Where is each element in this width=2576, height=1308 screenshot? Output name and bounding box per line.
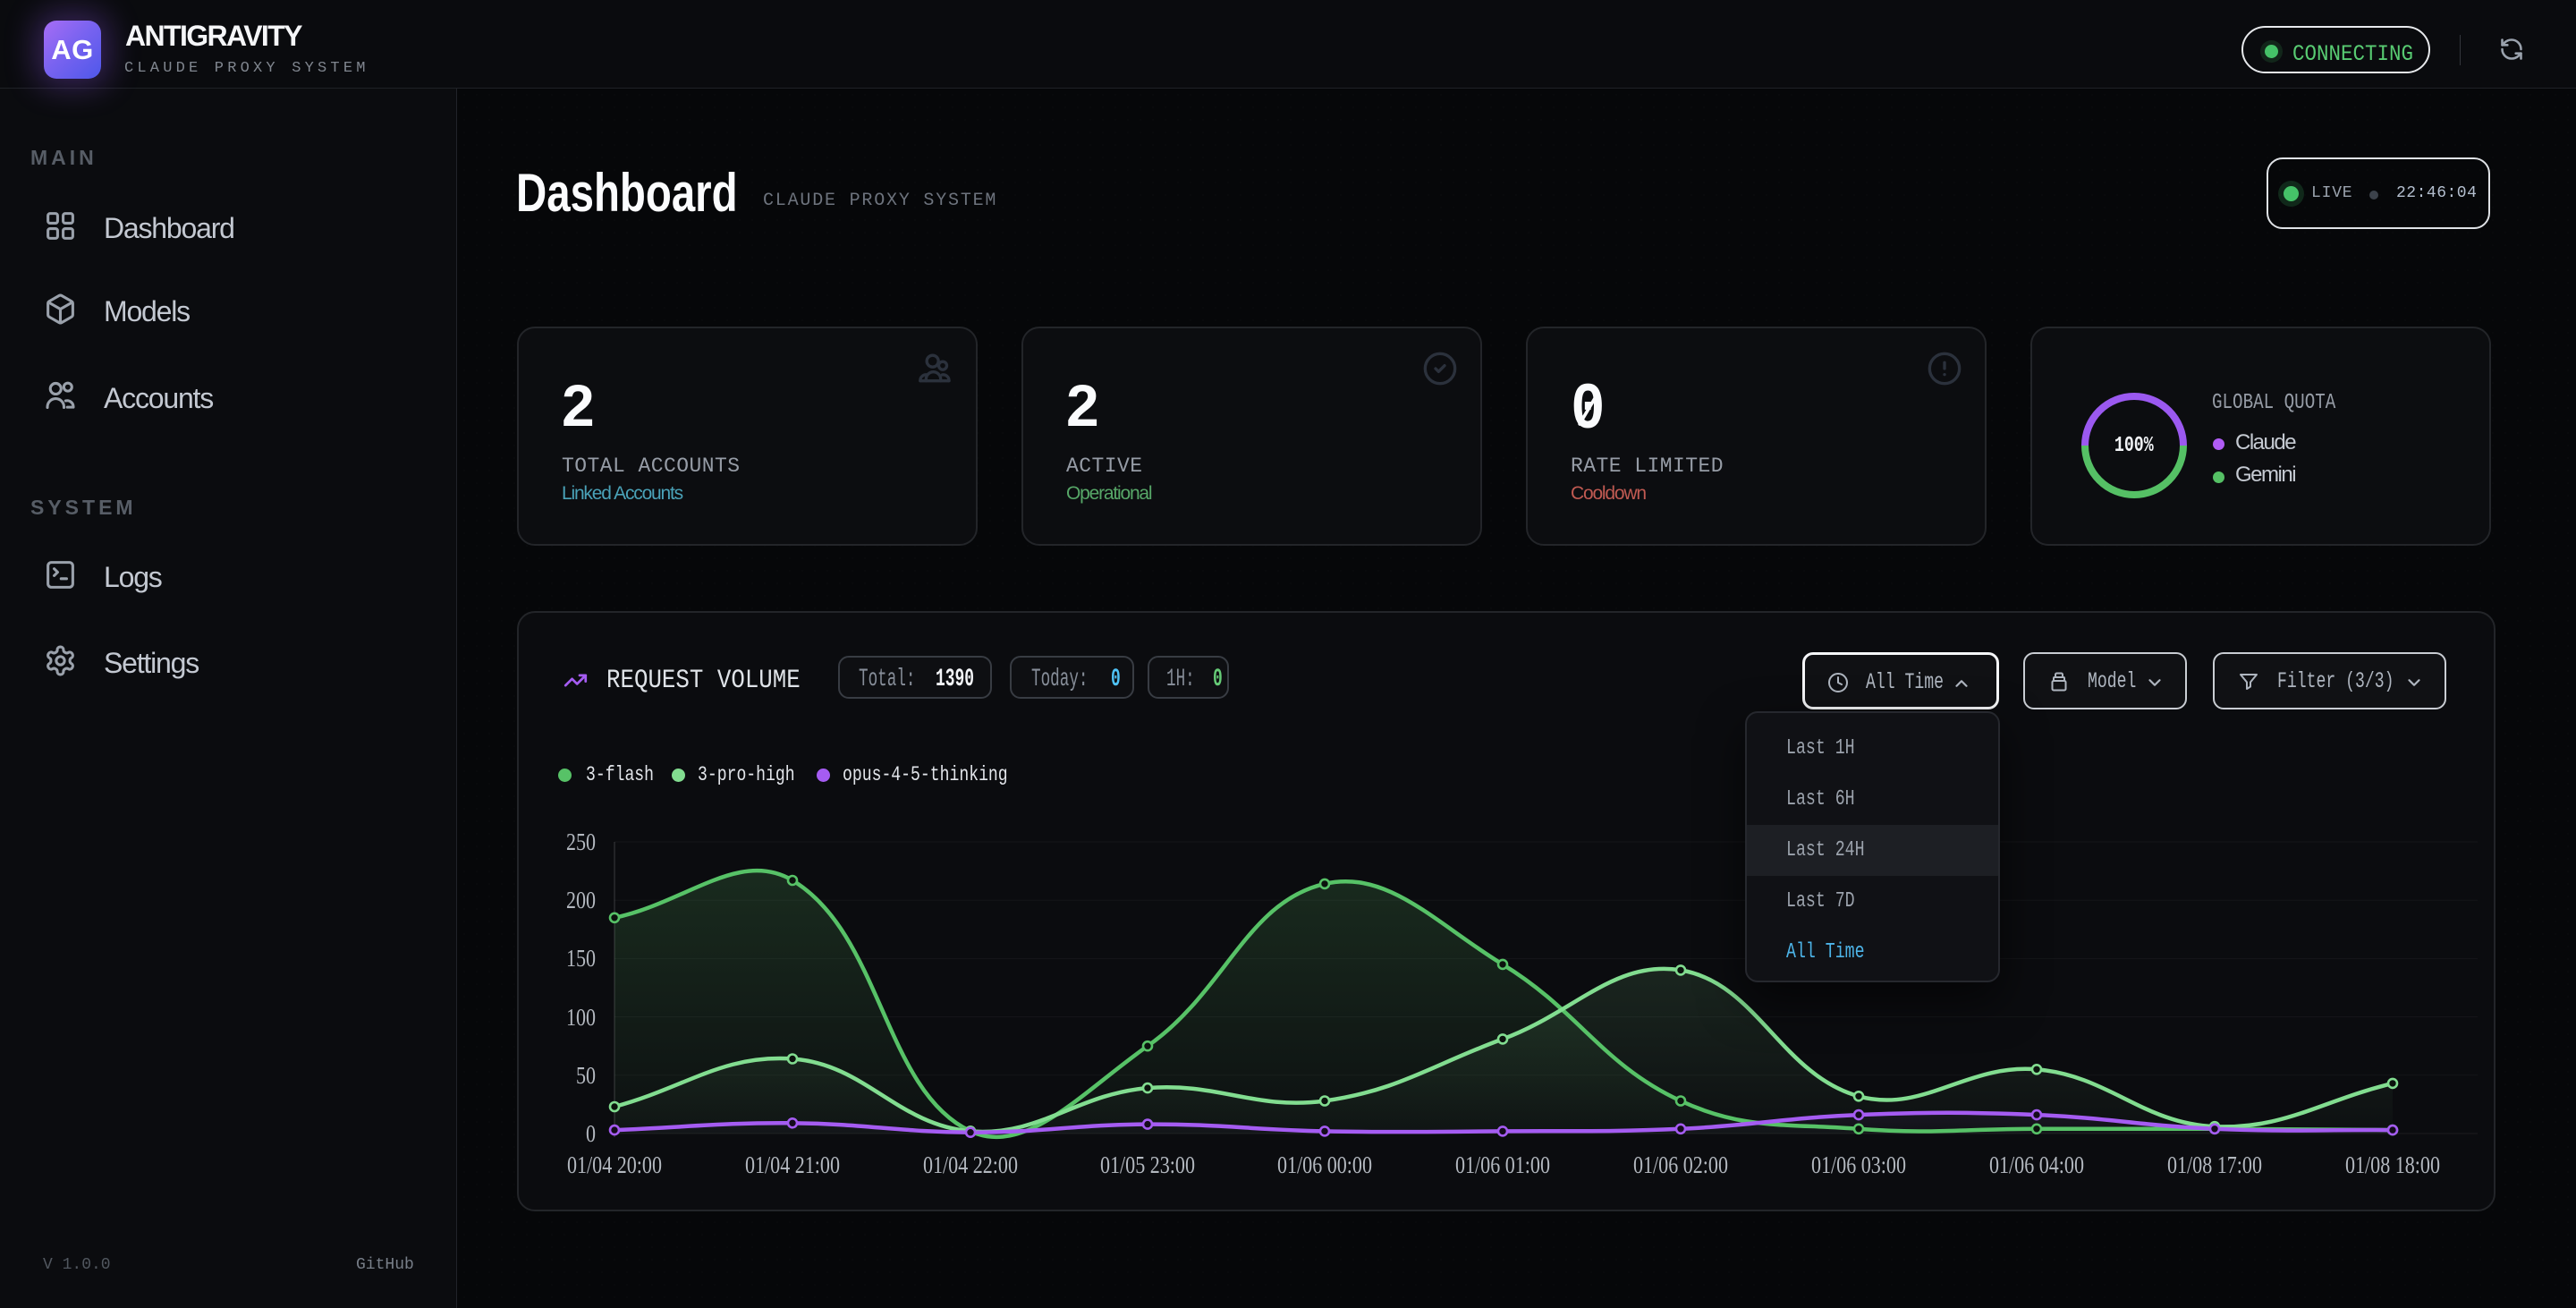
svg-text:250: 250 xyxy=(566,828,596,855)
svg-text:01/08 18:00: 01/08 18:00 xyxy=(2345,1151,2440,1178)
svg-text:0: 0 xyxy=(586,1120,596,1147)
svg-text:100: 100 xyxy=(566,1004,596,1031)
svg-text:01/06 02:00: 01/06 02:00 xyxy=(1633,1151,1728,1178)
svg-text:01/05 23:00: 01/05 23:00 xyxy=(1100,1151,1195,1178)
svg-text:200: 200 xyxy=(566,887,596,913)
svg-text:50: 50 xyxy=(576,1062,596,1089)
svg-text:01/06 03:00: 01/06 03:00 xyxy=(1811,1151,1906,1178)
svg-text:01/08 17:00: 01/08 17:00 xyxy=(2167,1151,2262,1178)
svg-text:01/04 22:00: 01/04 22:00 xyxy=(923,1151,1018,1178)
svg-text:01/04 21:00: 01/04 21:00 xyxy=(745,1151,840,1178)
svg-text:01/06 04:00: 01/06 04:00 xyxy=(1989,1151,2084,1178)
svg-text:150: 150 xyxy=(566,945,596,972)
svg-text:01/06 01:00: 01/06 01:00 xyxy=(1455,1151,1550,1178)
svg-text:01/04 20:00: 01/04 20:00 xyxy=(567,1151,662,1178)
svg-text:01/06 00:00: 01/06 00:00 xyxy=(1277,1151,1372,1178)
